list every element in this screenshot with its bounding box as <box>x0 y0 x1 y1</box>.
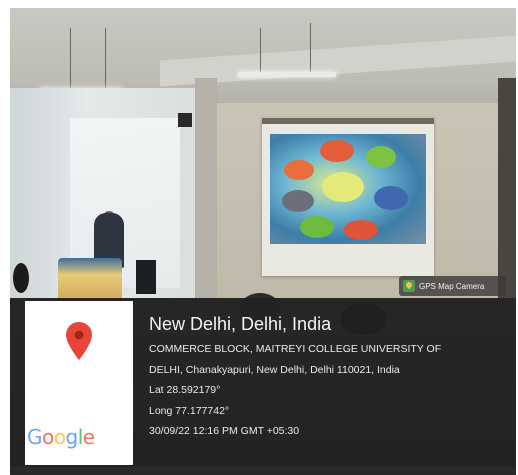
google-logo-letter: g <box>65 425 79 449</box>
badge-label: GPS Map Camera <box>419 281 485 291</box>
place-name: New Delhi, Delhi, India <box>149 314 332 334</box>
google-logo-letter: o <box>42 425 54 449</box>
gps-map-camera-icon <box>403 280 415 292</box>
slide-bubble <box>366 146 396 168</box>
slide-bubble <box>344 220 378 240</box>
wall-pillar <box>195 78 217 318</box>
wall-speaker <box>178 113 192 127</box>
slide-bubble <box>374 186 408 210</box>
slide-bubble <box>282 190 314 212</box>
light-wire <box>105 28 106 88</box>
location-details: New Delhi, Delhi, India COMMERCE BLOCK, … <box>149 313 509 442</box>
latitude: Lat 28.592179° <box>149 384 221 396</box>
projector-screen <box>262 118 434 276</box>
light-wire <box>310 23 311 74</box>
tube-light <box>238 72 336 77</box>
map-pin-icon <box>66 322 92 360</box>
google-logo: Google <box>27 425 95 449</box>
google-logo-letter: o <box>53 425 66 449</box>
light-wire <box>260 28 261 74</box>
audience-head <box>13 263 29 293</box>
slide-bubble <box>322 172 364 202</box>
desk-monitor <box>136 260 156 294</box>
longitude: Long 77.177742° <box>149 404 230 417</box>
map-thumbnail: Google <box>25 301 133 465</box>
address-line-2: DELHI, Chanakyapuri, New Delhi, Delhi 11… <box>149 363 400 376</box>
google-logo-letter: e <box>82 425 95 449</box>
gps-map-camera-badge: GPS Map Camera <box>399 276 506 296</box>
timestamp: 30/09/22 12:16 PM GMT +05:30 <box>149 425 300 437</box>
light-wire <box>70 28 71 88</box>
slide-bubble <box>284 160 314 180</box>
google-logo-letter: G <box>27 425 43 449</box>
projected-slide <box>270 134 426 244</box>
slide-bubble <box>320 140 354 162</box>
slide-bubble <box>300 216 334 238</box>
address-line-1: COMMERCE BLOCK, MAITREYI COLLEGE UNIVERS… <box>149 343 442 355</box>
